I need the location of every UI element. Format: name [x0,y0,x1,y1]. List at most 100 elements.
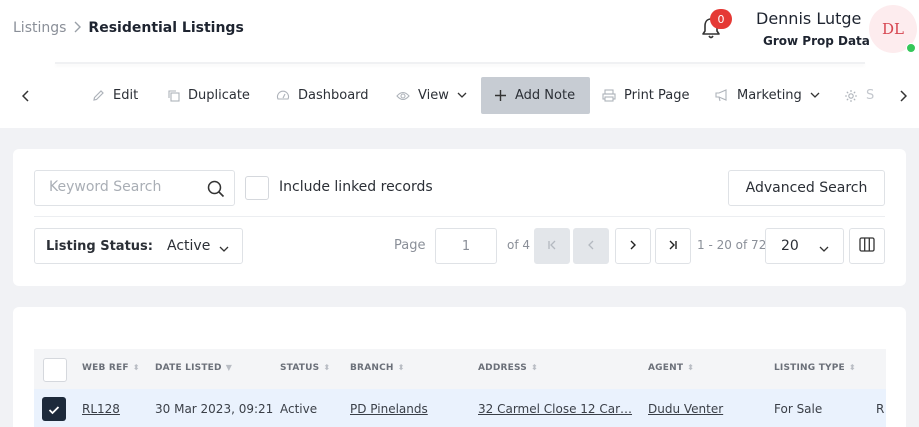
search-icon[interactable] [207,180,225,198]
column-header-listing-type[interactable]: LISTING TYPE ⬍ [774,363,856,373]
plus-icon [493,89,507,103]
branch-link[interactable]: PD Pinelands [350,402,428,416]
date-listed-cell: 30 Mar 2023, 09:21 [155,402,274,416]
eye-icon [396,89,410,103]
column-header-label: BRANCH [350,363,394,373]
columns-icon [859,236,875,256]
column-header-label: LISTING TYPE [774,363,845,373]
page-label: Page [394,238,426,253]
panel-divider [34,216,885,217]
sort-icon: ⬍ [848,363,856,372]
last-page-icon [668,239,678,254]
column-header-branch[interactable]: BRANCH ⬍ [350,363,405,373]
edit-button[interactable]: Edit [91,77,138,114]
megaphone-icon [715,89,729,103]
first-page-button[interactable] [534,228,570,264]
toolbar-overflow-item[interactable]: S [840,77,880,114]
dashboard-button[interactable]: Dashboard [276,77,369,114]
columns-button[interactable] [849,228,885,264]
overflow-cell: R [876,402,885,416]
chevron-down-icon [218,240,230,252]
settings-label: S [866,88,875,103]
keyword-search-input[interactable] [49,179,199,195]
listing-status-select[interactable]: Listing Status: Active [34,228,243,264]
search-panel: Include linked records Advanced Search L… [13,149,906,286]
pencil-icon [91,89,105,103]
scroll-left-icon[interactable] [16,85,36,107]
page-size-value: 20 [781,238,799,254]
print-page-button[interactable]: Print Page [602,77,690,114]
user-name: Dennis Lutge [756,9,862,28]
agent-link[interactable]: Dudu Venter [648,402,723,416]
page-title: Residential Listings [88,20,244,36]
chevron-down-icon [810,88,820,103]
column-header-date-listed[interactable]: DATE LISTED ▼ [155,363,232,373]
chevron-right-icon [629,239,637,254]
view-dropdown[interactable]: View [396,77,467,114]
duplicate-button[interactable]: Duplicate [166,77,250,114]
app-header: Listings Residential Listings 0 Dennis L… [0,0,919,128]
scroll-right-icon[interactable] [893,85,913,107]
duplicate-label: Duplicate [188,88,250,103]
printer-icon [602,89,616,103]
marketing-label: Marketing [737,88,802,103]
print-page-label: Print Page [624,88,690,103]
breadcrumb-listings-link[interactable]: Listings [13,20,66,36]
listing-status-label: Listing Status: [46,238,153,254]
column-header-label: DATE LISTED [155,363,222,373]
add-note-button[interactable]: Add Note [481,77,591,114]
record-range-label: 1 - 20 of 72 [697,238,767,252]
chevron-left-icon [587,239,595,254]
previous-page-button[interactable] [573,228,609,264]
search-box [34,170,235,206]
web-ref-link[interactable]: RL128 [82,402,120,416]
first-page-icon [547,239,557,254]
checkmark-icon [48,400,60,419]
row-checkbox[interactable] [42,397,66,421]
settings-button[interactable]: S [844,77,874,114]
column-header-address[interactable]: ADDRESS ⬍ [478,363,538,373]
include-linked-label: Include linked records [279,179,433,195]
listing-type-cell: For Sale [774,402,823,416]
gear-icon [844,89,858,103]
page-count-label: of 4 [507,238,531,252]
chevron-down-icon [457,88,467,103]
column-header-agent[interactable]: AGENT ⬍ [648,363,694,373]
advanced-search-button[interactable]: Advanced Search [728,170,885,206]
column-header-label: AGENT [648,363,684,373]
marketing-dropdown[interactable]: Marketing [715,77,820,114]
add-note-label: Add Note [515,88,576,103]
page-size-select[interactable]: 20 [765,228,844,264]
listing-status-value: Active [167,238,211,254]
address-link[interactable]: 32 Carmel Close 12 Car… [478,402,632,416]
sort-icon: ⬍ [132,363,140,372]
chevron-right-icon [73,21,82,36]
status-cell: Active [280,402,318,416]
sort-icon: ⬍ [323,363,331,372]
sort-icon: ⬍ [687,363,695,372]
edit-label: Edit [113,88,139,103]
listings-table-panel: WEB REF ⬍ DATE LISTED ▼ STATUS ⬍ BRANCH … [13,307,906,427]
column-header-label: WEB REF [82,363,129,373]
copy-icon [166,89,180,103]
select-all-checkbox[interactable] [43,358,67,382]
chevron-down-icon [818,240,830,252]
column-header-status[interactable]: STATUS ⬍ [280,363,330,373]
last-page-button[interactable] [655,228,691,264]
action-toolbar: Edit Duplicate Dashboard View Add Note P… [0,77,919,115]
sort-descending-icon: ▼ [225,363,233,372]
table-header: WEB REF ⬍ DATE LISTED ▼ STATUS ⬍ BRANCH … [34,349,886,389]
user-company: Grow Prop Data [763,34,870,48]
column-header-label: STATUS [280,363,320,373]
online-status-dot [906,43,916,53]
next-page-button[interactable] [615,228,651,264]
page-number-input[interactable] [435,228,497,264]
notification-badge: 0 [710,9,732,29]
view-label: View [418,88,449,103]
breadcrumb: Listings Residential Listings [13,20,244,36]
include-linked-checkbox[interactable] [245,176,269,200]
dashboard-label: Dashboard [298,88,369,103]
dashboard-icon [276,89,290,103]
table-row[interactable]: RL128 30 Mar 2023, 09:21 Active PD Pinel… [34,389,886,427]
column-header-web-ref[interactable]: WEB REF ⬍ [82,363,140,373]
